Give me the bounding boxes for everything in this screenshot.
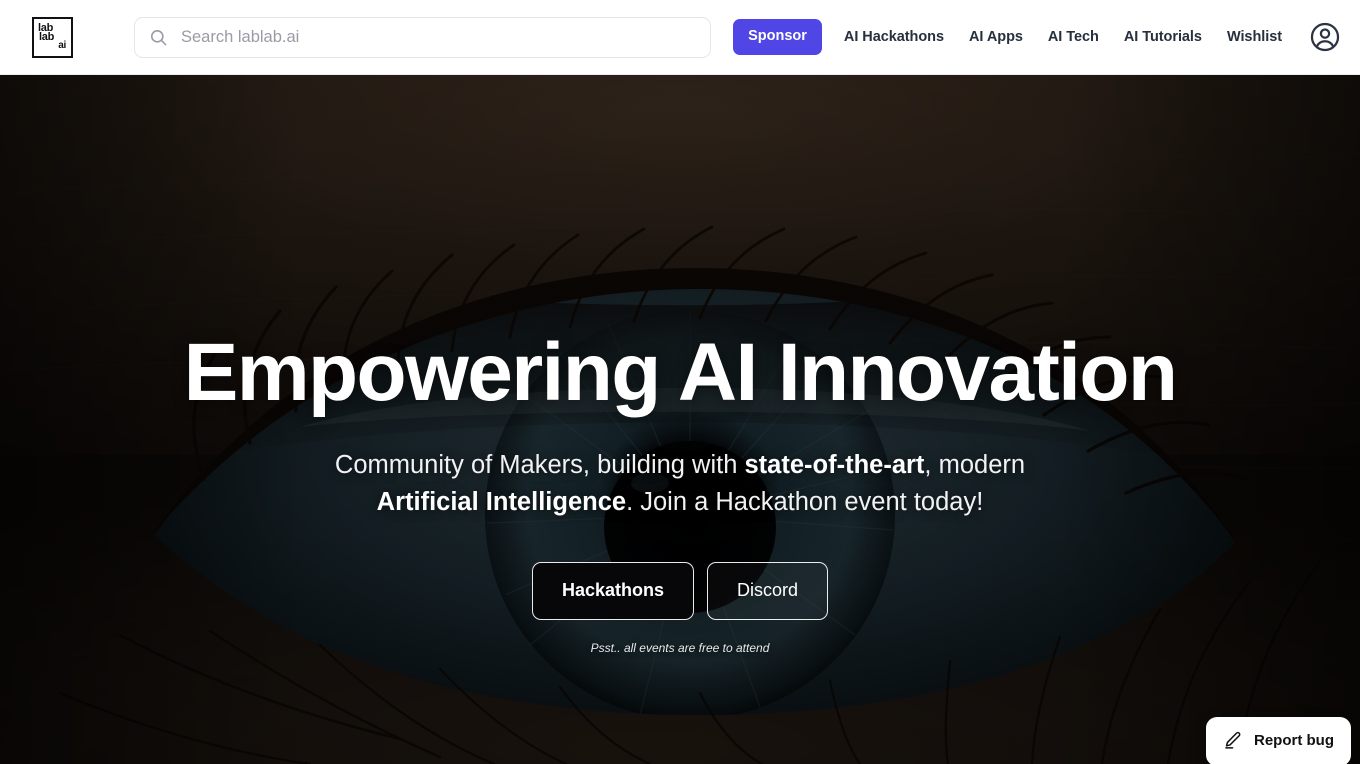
logo-line-3: ai — [58, 39, 66, 51]
hero-subtitle-bold-2: Artificial Intelligence — [376, 487, 627, 516]
search-icon — [150, 29, 167, 45]
report-bug-label: Report bug — [1254, 732, 1334, 749]
site-header: lab lab ai Sponsor AI Hackathons AI Apps… — [0, 0, 1360, 75]
hero-section: Empowering AI Innovation Community of Ma… — [0, 75, 1360, 764]
page-root: lab lab ai Sponsor AI Hackathons AI Apps… — [0, 0, 1360, 764]
lablab-logo[interactable]: lab lab ai — [32, 16, 73, 58]
sponsor-button[interactable]: Sponsor — [733, 19, 822, 55]
hero-note: Psst.. all events are free to attend — [590, 641, 770, 656]
hero-title: Empowering AI Innovation — [183, 327, 1178, 418]
nav-link-ai-tech[interactable]: AI Tech — [1048, 29, 1099, 45]
nav-link-ai-apps[interactable]: AI Apps — [969, 29, 1023, 45]
user-account-button[interactable] — [1307, 19, 1343, 55]
hero-subtitle-part-1: Community of Makers, building with — [334, 451, 745, 479]
hero-cta-group: Hackathons Discord — [531, 562, 829, 621]
nav-link-ai-tutorials[interactable]: AI Tutorials — [1124, 29, 1202, 45]
search-input[interactable] — [181, 17, 696, 57]
nav-link-ai-hackathons[interactable]: AI Hackathons — [844, 29, 944, 45]
user-avatar-icon — [1310, 22, 1340, 52]
discord-button[interactable]: Discord — [707, 562, 829, 621]
report-bug-button[interactable]: Report bug — [1206, 717, 1351, 764]
nav-link-wishlist[interactable]: Wishlist — [1227, 29, 1282, 45]
hero-subtitle-part-2: , modern — [924, 451, 1026, 479]
hero-subtitle-bold-1: state-of-the-art — [744, 451, 925, 479]
hero-subtitle: Community of Makers, building with state… — [310, 447, 1050, 520]
logo-line-2: lab — [39, 30, 54, 43]
pencil-icon — [1225, 731, 1241, 749]
search-container — [134, 16, 711, 58]
search-box[interactable] — [134, 16, 711, 58]
hero-content: Empowering AI Innovation Community of Ma… — [0, 75, 1360, 764]
hackathons-button[interactable]: Hackathons — [531, 562, 695, 621]
hero-subtitle-part-3: . Join a Hackathon event today! — [626, 487, 984, 516]
main-navigation: Sponsor AI Hackathons AI Apps AI Tech AI… — [728, 19, 1343, 55]
